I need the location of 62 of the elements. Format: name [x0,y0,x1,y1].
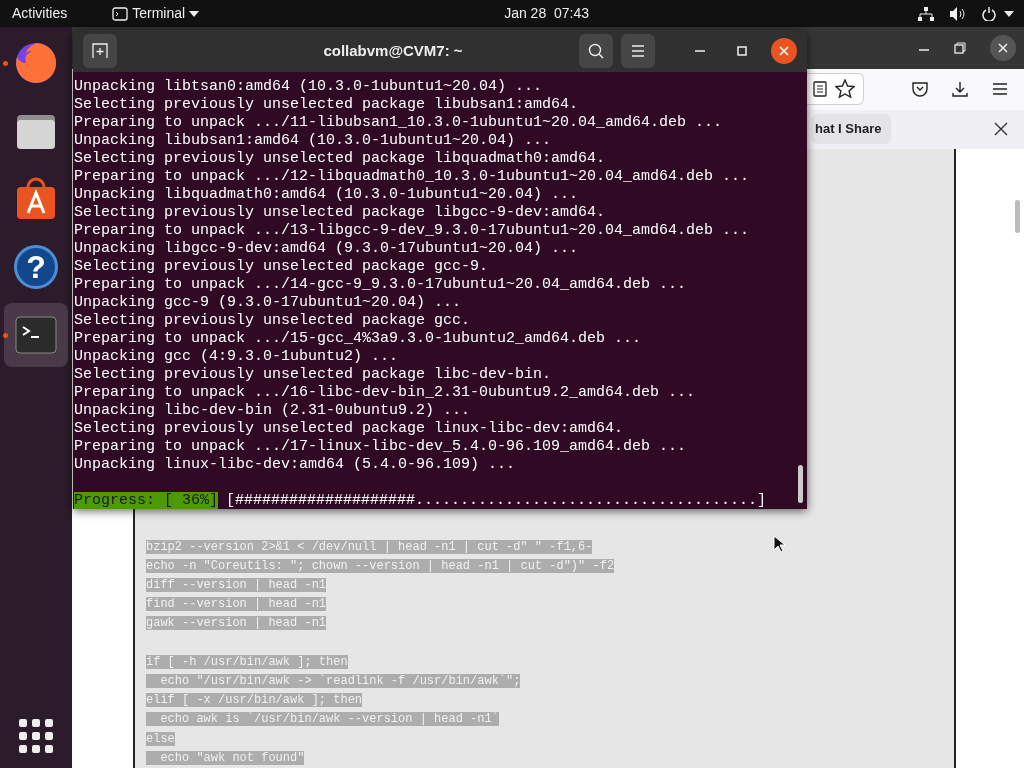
terminal-line: Selecting previously unselected package libgcc-9-dev:amd64. [74,204,607,222]
caret-icon[interactable] [189,10,200,17]
terminal-line: Selecting previously unselected package linux-libc-dev:amd64. [74,420,625,438]
network-icon[interactable] [918,6,934,21]
volume-icon[interactable] [950,6,966,21]
pocket-icon[interactable] [912,81,928,98]
clock[interactable]: Jan 28 07:43 [504,3,589,24]
new-tab-icon [92,43,108,59]
terminal-line: Selecting previously unselected package libc-dev-bin. [74,366,553,384]
close-icon[interactable] [990,34,1016,61]
download-icon[interactable] [952,81,968,98]
menu-icon [631,45,645,57]
terminal-line: Selecting previously unselected package gcc-9. [74,258,490,276]
search-button[interactable] [579,34,613,68]
app-grid-icon[interactable] [16,716,56,756]
star-icon[interactable] [835,79,855,100]
progress-bar-text: [####################......................................] [226,492,767,509]
terminal-icon [112,6,129,21]
terminal-line: Unpacking libtsan0:amd64 (10.3.0-1ubuntu1~20.04) ... [74,78,544,96]
terminal-icon [14,313,58,357]
restore-icon[interactable] [954,41,966,54]
menu-icon[interactable] [992,82,1008,97]
caret-icon[interactable] [1004,10,1014,17]
scrollbar-thumb[interactable] [798,465,803,503]
close-button[interactable] [771,38,797,64]
new-tab-button[interactable] [83,34,117,68]
terminal-line: Preparing to unpack .../16-libc-dev-bin_2.31-0ubuntu9.2_amd64.deb ... [74,384,697,402]
terminal-line: Preparing to unpack .../14-gcc-9_9.3.0-17ubuntu1~20.04_amd64.deb ... [74,276,688,294]
app-menu[interactable]: Terminal [132,3,186,24]
terminal-line: Preparing to unpack .../11-libubsan1_10.3.0-1ubuntu1~20.04_amd64.deb ... [74,114,724,132]
terminal-line: Unpacking libubsan1:amd64 (10.3.0-1ubuntu1~20.04) ... [74,132,553,150]
mouse-pointer-icon [773,534,785,553]
terminal-line: Unpacking gcc (4:9.3.0-1ubuntu2) ... [74,348,400,366]
terminal-line: Preparing to unpack .../13-libgcc-9-dev_9.3.0-17ubuntu1~20.04_amd64.deb ... [74,222,751,240]
maximize-icon [737,46,747,56]
address-bar[interactable] [805,73,864,106]
reader-view-icon[interactable] [813,81,827,98]
terminal-line: Preparing to unpack .../12-libquadmath0_10.3.0-1ubuntu1~20.04_amd64.deb ... [74,168,751,186]
scrollbar-thumb[interactable] [1015,199,1020,233]
progress-label: Progress: [ 36%] [74,492,219,509]
terminal-line: Preparing to unpack .../15-gcc_4%3a9.3.0-1ubuntu2_amd64.deb ... [74,330,643,348]
terminal-line: Unpacking libc-dev-bin (2.31-0ubuntu9.2) ... [74,402,472,420]
terminal-line: Unpacking libquadmath0:amd64 (10.3.0-1ubuntu1~20.04) ... [74,186,580,204]
terminal-line: Selecting previously unselected package gcc. [74,312,472,330]
window-title: collabvm@CVM7: ~ [322,40,464,61]
close-icon[interactable] [994,122,1008,137]
terminal-line: Selecting previously unselected package libubsan1:amd64. [74,96,580,114]
terminal-line: Preparing to unpack .../17-linux-libc-dev_5.4.0-96.109_amd64.deb ... [74,438,688,456]
menu-button[interactable] [621,34,655,68]
search-icon [588,43,604,59]
minimize-icon [695,50,705,52]
dock-item[interactable]: ? [4,235,68,299]
activities-button[interactable]: Activities [12,3,68,24]
terminal-line: Unpacking libgcc-9-dev:amd64 (9.3.0-17ubuntu1~20.04) ... [74,240,580,258]
firefox-icon [14,41,58,85]
terminal-line: Unpacking gcc-9 (9.3.0-17ubuntu1~20.04) ... [74,294,463,312]
power-icon[interactable] [982,6,996,21]
notification-tab[interactable]: hat I Share [811,114,892,144]
terminal-line: Selecting previously unselected package libquadmath0:amd64. [74,150,607,168]
close-icon [779,46,789,56]
shopping-bag-icon [14,177,58,221]
terminal-line: Unpacking linux-libc-dev:amd64 (5.4.0-96.109) ... [74,456,517,474]
